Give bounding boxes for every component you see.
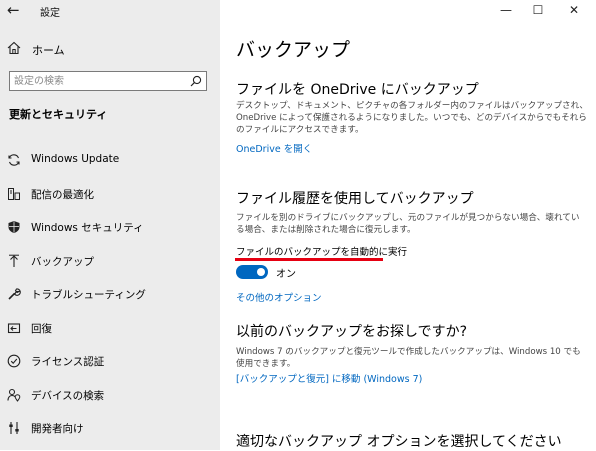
- sidebar-item-label: 配信の最適化: [31, 188, 94, 201]
- minimize-icon[interactable]: —: [496, 2, 516, 18]
- maximize-icon[interactable]: ☐: [528, 2, 548, 18]
- sidebar-item-troubleshooting[interactable]: トラブルシューティング: [0, 278, 220, 312]
- title-bar: ← 設定: [0, 0, 220, 22]
- file-history-heading: ファイル履歴を使用してバックアップ: [236, 191, 474, 207]
- onedrive-description: デスクトップ、ドキュメント、ピクチャの各フォルダー内のファイルはバックアップされ…: [236, 101, 588, 135]
- app-title: 設定: [40, 8, 60, 19]
- upload-arrow-icon: [9, 254, 19, 267]
- search-input[interactable]: [14, 73, 184, 89]
- shield-icon: [8, 221, 20, 233]
- sidebar-item-label: ライセンス認証: [31, 356, 105, 368]
- sidebar-item-for-developers[interactable]: 開発者向け: [0, 412, 220, 446]
- wrench-icon: [8, 288, 21, 300]
- window-controls: — ☐ ✕: [476, 0, 596, 20]
- sidebar-item-label: Windows セキュリティ: [31, 222, 144, 234]
- sidebar-item-label: Windows Update: [31, 153, 120, 165]
- nav-home[interactable]: ホーム: [0, 37, 220, 61]
- sidebar-item-label: トラブルシューティング: [31, 289, 146, 301]
- auto-backup-toggle-label: ファイルのバックアップを自動的に実行: [236, 247, 408, 258]
- sidebar-item-find-my-device[interactable]: デバイスの検索: [0, 379, 220, 413]
- auto-backup-toggle[interactable]: [236, 265, 268, 279]
- sidebar-item-delivery-optimization[interactable]: 配信の最適化: [0, 178, 220, 212]
- sidebar-item-windows-security[interactable]: Windows セキュリティ: [0, 211, 220, 245]
- file-history-description: ファイルを別のドライブにバックアップし、元のファイルが見つからない場合、壊れてい…: [236, 213, 580, 235]
- choose-option-heading: 適切なバックアップ オプションを選択してください: [236, 434, 562, 450]
- nav-home-label: ホーム: [32, 44, 65, 57]
- sidebar-item-activation[interactable]: ライセンス認証: [0, 345, 220, 379]
- sidebar-item-windows-update[interactable]: Windows Update: [0, 144, 220, 178]
- sidebar-item-label: 回復: [31, 322, 52, 335]
- page-title: バックアップ: [236, 39, 351, 61]
- home-icon: [7, 41, 21, 55]
- person-location-icon: [7, 388, 21, 402]
- search-icon[interactable]: [190, 75, 202, 87]
- backup-restore-link[interactable]: [バックアップと復元] に移動 (Windows 7): [236, 371, 422, 385]
- toggle-state-label: オン: [276, 269, 296, 280]
- older-backup-description: Windows 7 のバックアップと復元ツールで作成したバックアップは、Wind…: [236, 347, 581, 369]
- delivery-optimization-icon: [8, 187, 20, 200]
- highlight-underline: [235, 258, 383, 261]
- sidebar: ← 設定 ホーム 更新とセキュリティ Windows Update: [0, 0, 220, 450]
- check-circle-icon: [7, 354, 21, 368]
- nav-list: Windows Update 配信の最適化 Windows セキュリティ バック…: [0, 144, 220, 446]
- back-arrow-icon[interactable]: ←: [7, 3, 23, 18]
- sidebar-item-recovery[interactable]: 回復: [0, 312, 220, 346]
- section-title: 更新とセキュリティ: [9, 108, 108, 121]
- sidebar-item-label: 開発者向け: [31, 423, 84, 435]
- close-icon[interactable]: ✕: [564, 2, 584, 18]
- onedrive-heading: ファイルを OneDrive にバックアップ: [236, 82, 479, 98]
- open-onedrive-link[interactable]: OneDrive を開く: [236, 141, 312, 155]
- sidebar-item-label: デバイスの検索: [31, 389, 105, 402]
- search-box[interactable]: [9, 71, 207, 91]
- more-options-link[interactable]: その他のオプション: [236, 290, 322, 304]
- sidebar-item-backup[interactable]: バックアップ: [0, 245, 220, 279]
- recovery-icon: [7, 322, 21, 333]
- sidebar-item-label: バックアップ: [31, 255, 94, 268]
- toggle-knob: [257, 268, 265, 276]
- older-backup-heading: 以前のバックアップをお探しですか?: [236, 324, 468, 340]
- developer-icon: [9, 422, 19, 434]
- main-content: バックアップ ファイルを OneDrive にバックアップ デスクトップ、ドキュ…: [220, 0, 596, 450]
- sync-icon: [8, 154, 20, 166]
